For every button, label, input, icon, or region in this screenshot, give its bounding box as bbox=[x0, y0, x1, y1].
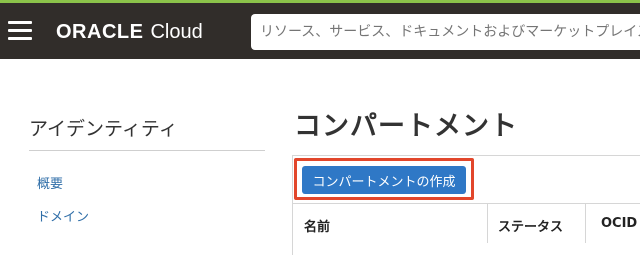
sidebar-item-domains[interactable]: ドメイン bbox=[37, 206, 89, 225]
sidebar-title: アイデンティティ bbox=[29, 118, 178, 140]
search-input[interactable] bbox=[260, 24, 640, 40]
oracle-cloud-logo[interactable]: ORACLE Cloud bbox=[56, 17, 203, 47]
column-divider bbox=[585, 203, 586, 243]
page-title: コンパートメント bbox=[294, 111, 518, 142]
column-header-name[interactable]: 名前 bbox=[304, 216, 330, 235]
top-navigation-bar: ORACLE Cloud bbox=[0, 3, 640, 59]
column-header-ocid[interactable]: OCID bbox=[601, 216, 637, 231]
hamburger-menu-icon[interactable] bbox=[8, 21, 32, 41]
logo-cloud-text: Cloud bbox=[150, 20, 203, 43]
sidebar-divider bbox=[29, 150, 265, 151]
column-divider bbox=[487, 203, 488, 243]
global-search-box[interactable] bbox=[251, 14, 640, 50]
create-compartment-button[interactable]: コンパートメントの作成 bbox=[302, 166, 466, 194]
table-header bbox=[293, 203, 640, 243]
logo-oracle-text: ORACLE bbox=[56, 20, 144, 43]
column-header-status[interactable]: ステータス bbox=[498, 216, 563, 235]
sidebar-item-overview[interactable]: 概要 bbox=[37, 173, 63, 192]
